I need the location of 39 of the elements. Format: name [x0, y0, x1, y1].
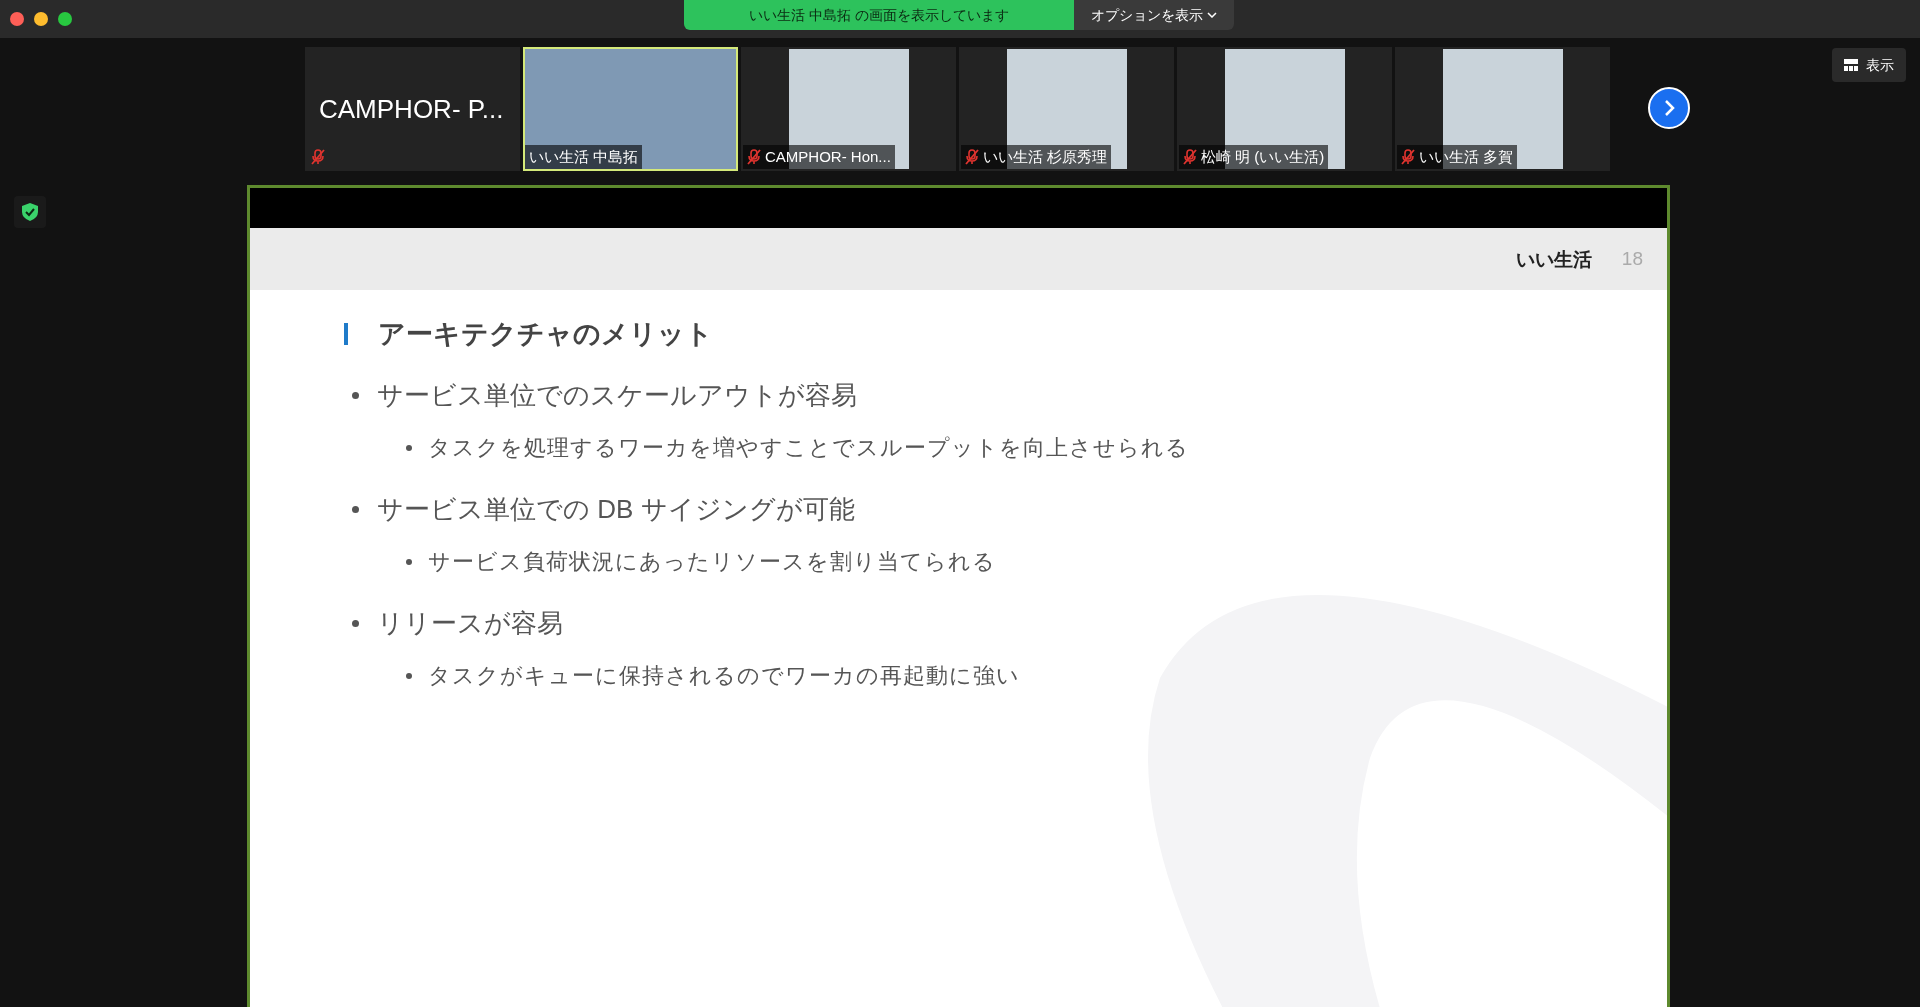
- participant-tile[interactable]: 松崎 明 (いい生活): [1177, 47, 1392, 171]
- sub-bullet-text: サービス負荷状況にあったリソースを割り当てられる: [428, 548, 996, 576]
- bullet-text: リリースが容易: [377, 607, 563, 640]
- participant-tile[interactable]: CAMPHOR- P...: [305, 47, 520, 171]
- sub-bullet-text: タスクを処理するワーカを増やすことでスループットを向上させられる: [428, 434, 1189, 462]
- grid-icon: [1844, 59, 1858, 71]
- chevron-down-icon: [1207, 12, 1217, 18]
- participant-name: CAMPHOR- P...: [319, 92, 504, 126]
- bullet-icon: [352, 392, 359, 399]
- bullet-icon: [406, 444, 412, 451]
- title-accent-bar: [344, 323, 348, 346]
- maximize-button[interactable]: [58, 12, 72, 26]
- sub-bullet-text: タスクがキューに保持されるのでワーカの再起動に強い: [428, 662, 1020, 690]
- bullet-icon: [352, 506, 359, 513]
- page-number: 18: [1621, 246, 1643, 271]
- participant-name: いい生活 多賀: [1419, 146, 1514, 167]
- brand-logo-text: いい生活: [1515, 246, 1592, 272]
- participant-name: 松崎 明 (いい生活): [1201, 146, 1325, 167]
- participant-tile[interactable]: いい生活 多賀: [1395, 47, 1610, 171]
- bullet-icon: [352, 620, 359, 627]
- participant-tile[interactable]: いい生活 中島拓: [523, 47, 738, 171]
- participant-name: いい生活 杉原秀理: [983, 146, 1108, 167]
- sharing-notice: いい生活 中島拓 の画面を表示しています: [684, 0, 1074, 30]
- bullet-icon: [406, 672, 412, 679]
- next-page-button[interactable]: [1648, 87, 1690, 129]
- security-shield-icon[interactable]: [14, 196, 46, 228]
- view-button[interactable]: 表示: [1832, 48, 1906, 82]
- close-button[interactable]: [10, 12, 24, 26]
- minimize-button[interactable]: [34, 12, 48, 26]
- chevron-right-icon: [1663, 99, 1675, 117]
- options-button[interactable]: オプションを表示: [1074, 0, 1234, 30]
- participant-name: いい生活 中島拓: [529, 146, 639, 167]
- bullet-text: サービス単位での DB サイジングが可能: [377, 493, 855, 526]
- participant-name: CAMPHOR- Hon...: [765, 146, 891, 167]
- participant-tile[interactable]: いい生活 杉原秀理: [959, 47, 1174, 171]
- bullet-text: サービス単位でのスケールアウトが容易: [377, 379, 857, 412]
- slide-title: アーキテクチャのメリット: [378, 318, 713, 351]
- bullet-icon: [406, 558, 412, 565]
- participant-tile[interactable]: CAMPHOR- Hon...: [741, 47, 956, 171]
